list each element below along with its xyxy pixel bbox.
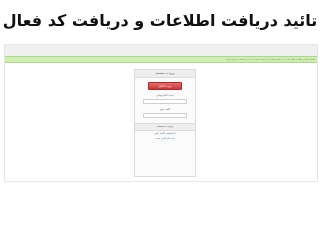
password-field[interactable]: [143, 113, 187, 118]
login-panel: ورود به سیستم ورود با گوگل پست الکترونیک…: [134, 69, 196, 177]
field1-label: پست الکترونیکی: [156, 94, 174, 97]
section-header: ورود به سیستم: [135, 123, 195, 131]
panel-header: ورود به سیستم: [135, 70, 195, 78]
field2-label: کلمه عبور: [159, 108, 171, 111]
email-field[interactable]: [143, 99, 187, 104]
link-register[interactable]: ثبت نام کاربر جدید: [135, 136, 195, 141]
notice-bar: مشترک گرامی لطفا کد فعال سازی را از طریق…: [5, 56, 317, 63]
slide-title: تائید دریافت اطلاعات و دریافت کد فعال سا…: [2, 11, 318, 60]
primary-button[interactable]: ورود با گوگل: [148, 82, 182, 90]
screenshot: مشترک گرامی لطفا کد فعال سازی را از طریق…: [4, 44, 318, 182]
